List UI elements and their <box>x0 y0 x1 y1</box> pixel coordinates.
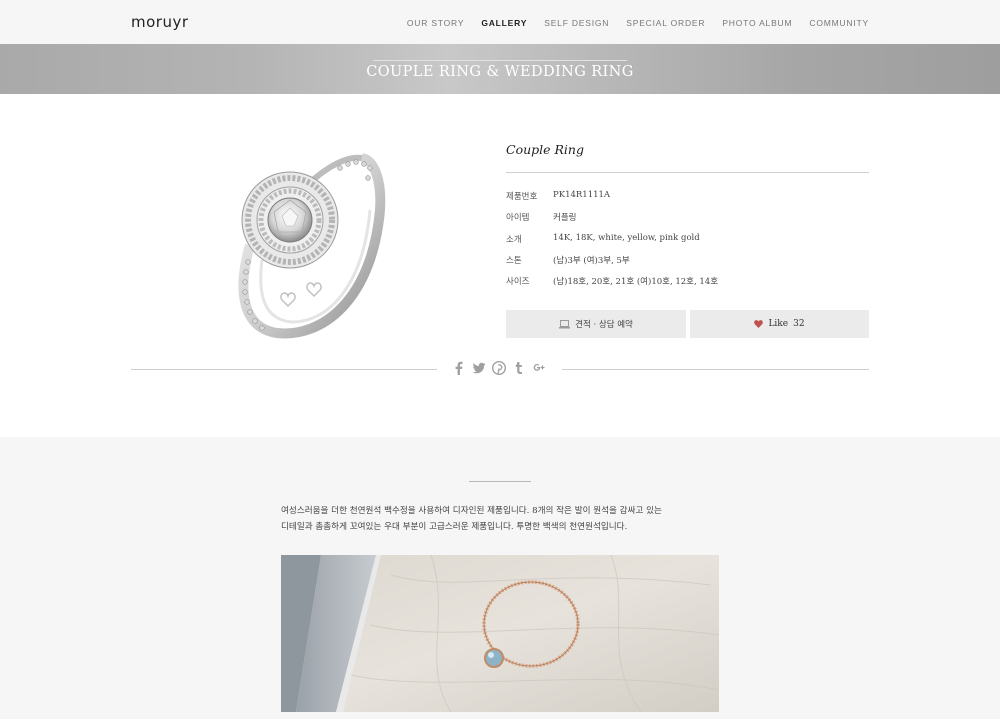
social-divider-right <box>562 369 869 370</box>
spec-value: 커플링 <box>553 213 577 223</box>
description-line: 디테일과 촘촘하게 꼬여있는 우대 부분이 고급스러운 제품입니다. 투명한 백… <box>281 522 628 532</box>
main-nav: OUR STORY GALLERY SELF DESIGN SPECIAL OR… <box>390 18 869 28</box>
spec-label: 제품번호 <box>506 192 538 202</box>
site-header: moruyr OUR STORY GALLERY SELF DESIGN SPE… <box>0 0 1000 44</box>
description-rule <box>469 481 531 482</box>
social-share-bar <box>452 361 546 375</box>
spec-value: (남)18호, 20호, 21호 (여)10호, 12호, 14호 <box>553 277 719 287</box>
spec-label: 사이즈 <box>506 277 530 287</box>
nav-our-story[interactable]: OUR STORY <box>407 18 464 28</box>
consult-label: 견적 · 상담 예약 <box>575 320 633 330</box>
page-title: COUPLE RING & WEDDING RING <box>366 64 634 80</box>
nav-special-order[interactable]: SPECIAL ORDER <box>626 18 705 28</box>
description-line: 여성스러움을 더한 천연원석 백수정을 사용하여 디자인된 제품입니다. 8개의… <box>281 506 662 516</box>
like-count: 32 <box>793 319 805 329</box>
name-divider <box>506 172 869 173</box>
social-divider-left <box>131 369 437 370</box>
spec-value: PK14R1111A <box>553 190 611 200</box>
product-name: Couple Ring <box>506 142 584 157</box>
spec-value: 14K, 18K, white, yellow, pink gold <box>553 233 700 243</box>
facebook-icon[interactable] <box>452 361 466 375</box>
consult-reservation-button[interactable]: 견적 · 상담 예약 <box>506 310 686 338</box>
like-label: Like <box>768 319 789 329</box>
heart-icon <box>754 320 764 328</box>
banner-rule <box>373 60 627 61</box>
product-ring-image <box>238 153 386 339</box>
google-plus-icon[interactable] <box>532 361 546 375</box>
like-button[interactable]: Like 32 <box>690 310 869 338</box>
site-logo[interactable]: moruyr <box>131 13 189 31</box>
spec-value: (남)3부 (여)3부, 5부 <box>553 256 630 266</box>
description-section: 여성스러움을 더한 천연원석 백수정을 사용하여 디자인된 제품입니다. 8개의… <box>0 437 1000 719</box>
nav-self-design[interactable]: SELF DESIGN <box>544 18 609 28</box>
tumblr-icon[interactable] <box>512 361 526 375</box>
nav-photo-album[interactable]: PHOTO ALBUM <box>722 18 792 28</box>
pinterest-icon[interactable] <box>492 361 506 375</box>
laptop-icon <box>559 319 571 328</box>
spec-label: 스톤 <box>506 256 522 266</box>
page-banner: COUPLE RING & WEDDING RING <box>0 44 1000 94</box>
twitter-icon[interactable] <box>472 361 486 375</box>
spec-label: 아이템 <box>506 213 530 223</box>
lifestyle-ring-photo <box>281 555 719 712</box>
nav-community[interactable]: COMMUNITY <box>809 18 869 28</box>
product-description: 여성스러움을 더한 천연원석 백수정을 사용하여 디자인된 제품입니다. 8개의… <box>281 503 721 535</box>
nav-gallery[interactable]: GALLERY <box>481 18 527 28</box>
spec-label: 소개 <box>506 235 522 245</box>
